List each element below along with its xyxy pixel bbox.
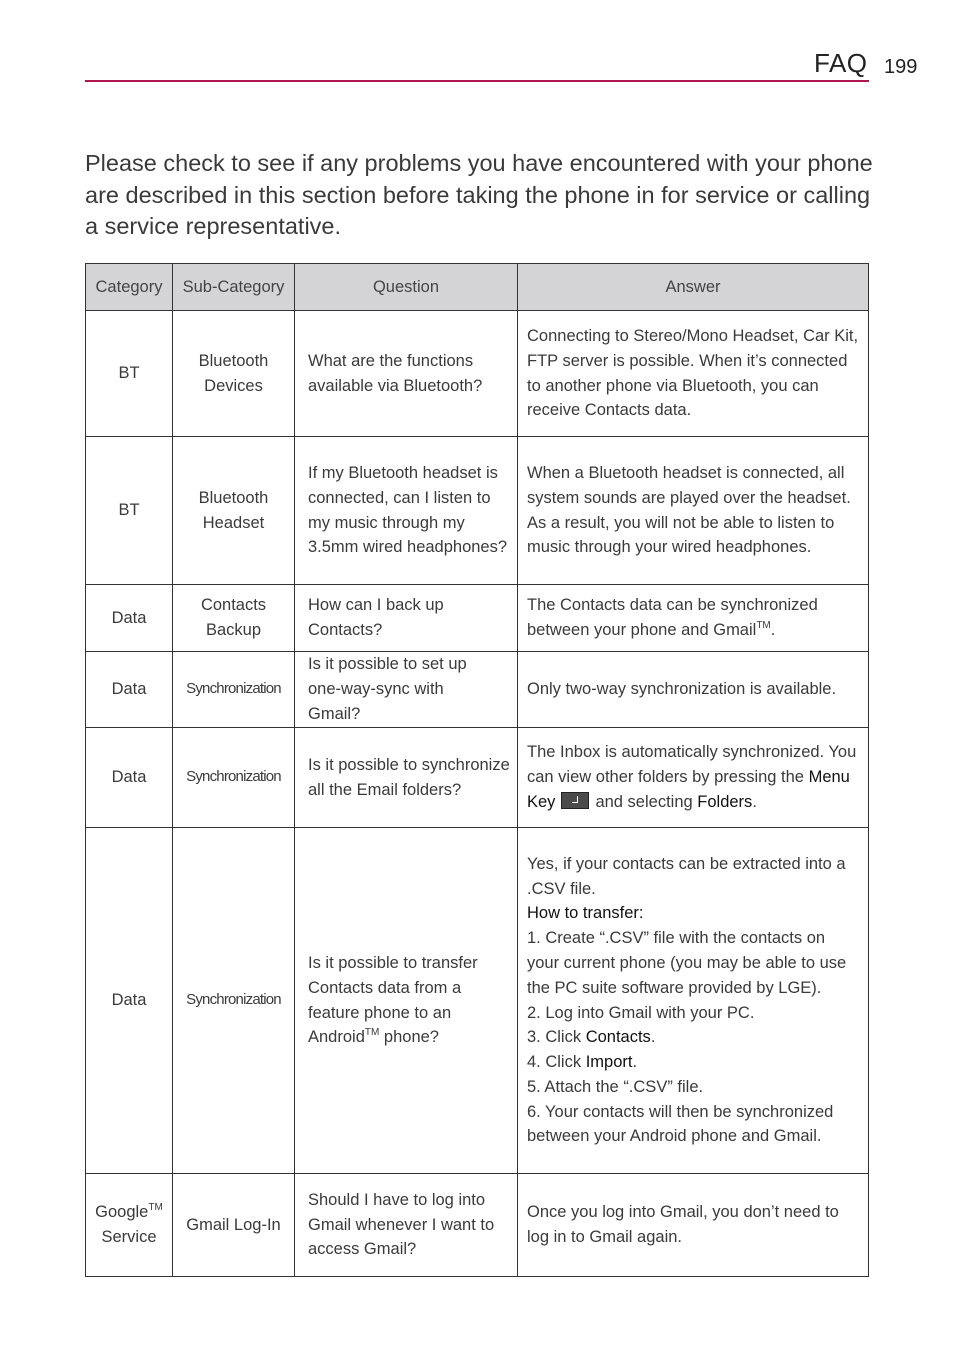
step-3-text: 3. Click [527,1028,586,1047]
question-cell: Is it possible to synchronize all the Em… [294,727,518,828]
answer-cell: Only two-way synchronization is availabl… [517,651,869,728]
answer-cell: Yes, if your contacts can be extracted i… [517,827,869,1174]
answer-cell: Once you log into Gmail, you don’t need … [517,1173,869,1277]
question-cell: How can I back up Contacts? [294,584,518,652]
subcategory-cell: Bluetooth Headset [172,436,295,585]
category-cell: Data [85,651,173,728]
column-header-question: Question [294,263,518,311]
category-text-2: Service [101,1228,157,1246]
trademark-mark: TM [756,620,771,631]
step-2: 2. Log into Gmail with your PC. [527,1003,755,1022]
page-number: 199 [884,56,918,78]
question-cell: If my Bluetooth headset is connected, ca… [294,436,518,585]
subcategory-cell: Contacts Backup [172,584,295,652]
question-cell: Is it possible to set up one-way-sync wi… [294,651,518,728]
subcategory-cell: Gmail Log-In [172,1173,295,1277]
column-header-answer: Answer [517,263,869,311]
contacts-label: Contacts [585,1028,651,1047]
answer-cell: When a Bluetooth headset is connected, a… [517,436,869,585]
category-cell: Data [85,827,173,1174]
step-6: 6. Your contacts will then be synchroniz… [527,1102,834,1146]
answer-end: . [752,792,757,811]
trademark-mark: TM [148,1202,163,1214]
step-4-text: 4. Click [527,1053,586,1072]
subcategory-cell: Synchronization [172,727,295,828]
subcategory-text: Bluetooth Devices [198,351,269,395]
answer-intro: Yes, if your contacts can be extracted i… [527,854,846,898]
step-5: 5. Attach the “.CSV” file. [527,1077,704,1096]
answer-cell: Connecting to Stereo/Mono Headset, Car K… [517,310,869,437]
table-row: BT Bluetooth Headset If my Bluetooth hea… [85,436,869,585]
question-text: How can I back up Contacts? [308,596,444,639]
subcategory-cell: Bluetooth Devices [172,310,295,437]
trademark-mark: TM [364,1027,380,1039]
column-header-category: Category [85,263,173,311]
table-header-row: Category Sub-Category Question Answer [85,263,869,311]
subcategory-cell: Synchronization [172,827,295,1174]
category-text: Google [95,1203,149,1222]
table-row: GoogleTM Service Gmail Log-In Should I ha… [85,1173,869,1277]
menu-key-icon [561,791,590,809]
question-cell: What are the functions available via Blu… [294,310,518,437]
category-cell: GoogleTM Service [85,1173,173,1277]
column-header-subcategory: Sub-Category [172,263,295,311]
question-cell: Is it possible to transfer Contacts data… [294,827,518,1174]
subcategory-cell: Synchronization [172,651,295,728]
step-4: 4. Click Import. [527,1053,638,1072]
answer-cell: The Inbox is automatically synchronized.… [517,727,869,828]
faq-table: Category Sub-Category Question Answer BT… [85,263,869,1277]
table-row: Data Contacts Backup How can I back up C… [85,584,869,652]
table-row: Data Synchronization Is it possible to s… [85,651,869,728]
subcategory-text: Bluetooth Headset [198,488,269,532]
step-3: 3. Click Contacts. [527,1028,656,1047]
category-cell: Data [85,584,173,652]
answer-end: . [770,621,776,639]
answer-text-2: and selecting [595,792,693,811]
question-cell: Should I have to log into Gmail whenever… [294,1173,518,1277]
table-row: BT Bluetooth Devices What are the functi… [85,310,869,437]
subcategory-text: Contacts Backup [200,596,267,639]
folders-label: Folders [697,792,753,811]
intro-paragraph: Please check to see if any problems you … [85,150,873,239]
answer-text: The Inbox is automatically synchronized.… [527,743,857,787]
table-row: Data Synchronization Is it possible to s… [85,727,869,828]
how-to-heading: How to transfer: [527,904,644,923]
table-row: Data Synchronization Is it possible to t… [85,827,869,1174]
category-cell: BT [85,436,173,585]
step-1: 1. Create “.CSV” file with the contacts … [527,929,847,997]
answer-cell: The Contacts data can be synchronized be… [517,584,869,652]
question-text: Is it possible to set up one-way-sync wi… [308,655,467,723]
header-divider [85,80,869,82]
category-cell: Data [85,727,173,828]
question-end: phone? [379,1028,439,1047]
category-cell: BT [85,310,173,437]
section-title: FAQ [814,48,868,78]
import-label: Import [585,1053,633,1072]
